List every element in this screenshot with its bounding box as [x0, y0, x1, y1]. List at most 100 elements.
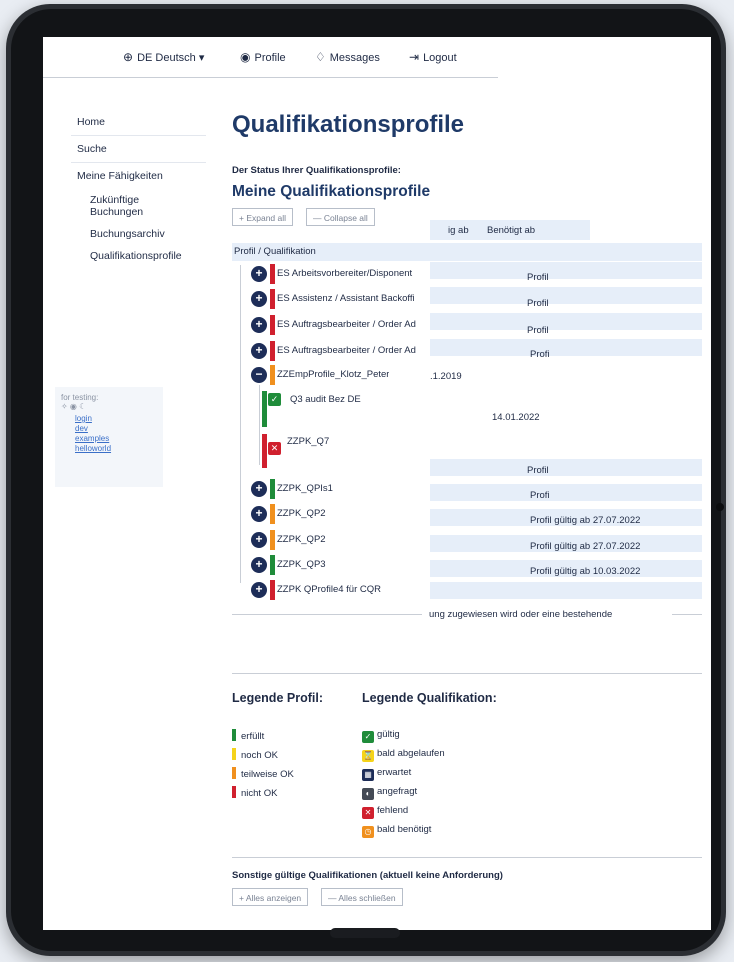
legend-qualification-item: ✓ gültig: [362, 729, 400, 743]
legend-profile-item: teilweise OK: [232, 767, 294, 780]
hourglass-icon: ⌛: [362, 750, 374, 762]
legend-profile-item: noch OK: [232, 748, 278, 761]
expand-icon[interactable]: +: [251, 266, 267, 282]
sidebar-item-search[interactable]: Suche: [71, 136, 206, 163]
expand-icon[interactable]: +: [251, 506, 267, 522]
testing-link-login[interactable]: login: [61, 414, 157, 424]
chevron-down-icon: ▾: [198, 52, 205, 64]
profile-status-bar: [270, 264, 275, 284]
legend-profile-item: nicht OK: [232, 786, 277, 799]
sidebar-item-booking-archive[interactable]: Buchungsarchiv: [71, 223, 206, 245]
expand-icon[interactable]: +: [251, 532, 267, 548]
logout-icon: ⇥: [409, 50, 420, 64]
status-bar-green: [232, 729, 236, 741]
table-row[interactable]: + ZZPK_QP2 Profil gültig ab 27.07.2022: [232, 504, 702, 526]
profile-status-bar: [270, 365, 275, 385]
legend-qualification-item: ✕ fehlend: [362, 805, 408, 819]
qualification-status-bar: [262, 391, 267, 427]
calendar-icon: ▦: [362, 769, 374, 781]
divider: [232, 673, 702, 674]
info-note: ung zugewiesen wird oder eine bestehende: [429, 609, 613, 620]
legend-profile-title: Legende Profil:: [232, 691, 323, 705]
collapse-icon[interactable]: −: [251, 367, 267, 383]
profile-status-bar: [270, 504, 275, 524]
expand-icon[interactable]: +: [251, 557, 267, 573]
other-qualifications-title: Sonstige gültige Qualifikationen (aktuel…: [232, 870, 503, 881]
status-bar-red: [232, 786, 236, 798]
divider: [672, 614, 702, 615]
table-row[interactable]: + ES Arbeitsvorbereiter/Disponent Profil: [232, 264, 702, 286]
home-indicator: [330, 928, 400, 938]
globe-icon: ⊕: [123, 50, 134, 64]
divider: [232, 614, 422, 615]
profile-status-bar: [270, 479, 275, 499]
legend-qualification-title: Legende Qualifikation:: [362, 691, 497, 705]
status-bar-yellow: [232, 748, 236, 760]
collapse-all-button[interactable]: — Collapse all: [306, 208, 375, 226]
legend-qualification-item: ▦ erwartet: [362, 767, 411, 781]
screen: ⊕ DE Deutsch ▾ ◉ Profile ♢ Messages ⇥ Logout…: [43, 37, 711, 930]
expand-icon[interactable]: +: [251, 582, 267, 598]
qualification-row[interactable]: ✓ Q3 audit Bez DE 14.01.2022: [232, 391, 702, 427]
page-title: Qualifikationsprofile: [232, 111, 465, 138]
table-row-expanded[interactable]: − ZZEmpProfile_Klotz_Peter .1.2019: [232, 365, 702, 387]
profile-status-bar: [270, 289, 275, 309]
sidebar-item-home[interactable]: Home: [71, 109, 206, 136]
testing-icons: ✧ ◉ ☾: [61, 402, 87, 411]
check-icon: ✓: [362, 731, 374, 743]
column-needed-from: Benötigt ab: [487, 225, 536, 236]
language-selector[interactable]: ⊕ DE Deutsch ▾: [123, 50, 204, 64]
table-row[interactable]: + ZZPK_QP2 Profil gültig ab 27.07.2022: [232, 530, 702, 552]
legend-profile-item: erfüllt: [232, 729, 264, 742]
sidebar: Home Suche Meine Fähigkeiten Zukünftige …: [71, 109, 206, 267]
testing-label: for testing:: [61, 393, 99, 402]
bell-icon: ♢: [315, 50, 326, 64]
section-title: Meine Qualifikationsprofile: [232, 183, 431, 200]
profile-status-bar: [270, 341, 275, 361]
qualification-row[interactable]: ✕ ZZPK_Q7: [232, 434, 702, 468]
legend-qualification-item: ◐ angefragt: [362, 786, 417, 800]
expand-all-button[interactable]: + Expand all: [232, 208, 294, 226]
expand-icon[interactable]: +: [251, 317, 267, 333]
profile-status-bar: [270, 530, 275, 550]
messages-link[interactable]: ♢ Messages: [315, 50, 380, 64]
expand-icon[interactable]: +: [251, 291, 267, 307]
clock-icon: ◷: [362, 826, 374, 838]
divider: [232, 857, 702, 858]
testing-link-examples[interactable]: examples: [61, 434, 157, 444]
table-row[interactable]: + ZZPK_QPIs1 Profi: [232, 479, 702, 501]
expand-icon[interactable]: +: [251, 343, 267, 359]
column-valid-from: ig ab: [448, 225, 469, 236]
testing-link-dev[interactable]: dev: [61, 424, 157, 434]
top-navigation: ⊕ DE Deutsch ▾ ◉ Profile ♢ Messages ⇥ Logout: [43, 37, 498, 78]
status-bar-orange: [232, 767, 236, 779]
column-profile: Profil / Qualifikation: [234, 246, 316, 257]
legend-qualification-item: ◷ bald benötigt: [362, 824, 431, 838]
table-row[interactable]: + ES Auftragsbearbeiter / Order Ad Profi…: [232, 315, 702, 337]
status-label: Der Status Ihrer Qualifikationsprofile:: [232, 165, 401, 176]
profile-status-bar: [270, 315, 275, 335]
sidebar-item-skills[interactable]: Meine Fähigkeiten: [71, 163, 206, 189]
show-all-button[interactable]: + Alles anzeigen: [232, 888, 309, 906]
check-icon: ✓: [268, 393, 281, 406]
cross-icon: ✕: [362, 807, 374, 819]
half-circle-icon: ◐: [362, 788, 374, 800]
legend-qualification-item: ⌛ bald abgelaufen: [362, 748, 445, 762]
testing-box: for testing: ✧ ◉ ☾ login dev examples he…: [55, 387, 163, 487]
cross-icon: ✕: [268, 442, 281, 455]
profile-status-bar: [270, 555, 275, 575]
close-all-button[interactable]: — Alles schließen: [321, 888, 403, 906]
expand-icon[interactable]: +: [251, 481, 267, 497]
user-icon: ◉: [240, 50, 251, 64]
testing-link-helloworld[interactable]: helloworld: [61, 444, 157, 454]
camera: [716, 503, 724, 511]
logout-link[interactable]: ⇥ Logout: [409, 50, 457, 64]
profile-link[interactable]: ◉ Profile: [240, 50, 286, 64]
sidebar-item-qualification-profiles[interactable]: Qualifikationsprofile: [71, 245, 206, 267]
table-row[interactable]: + ES Auftragsbearbeiter / Order Ad Profi: [232, 341, 702, 363]
profile-status-bar: [270, 580, 275, 600]
table-row[interactable]: + ZZPK QProfile4 für CQR: [232, 580, 702, 602]
table-row[interactable]: + ZZPK_QP3 Profil gültig ab 10.03.2022: [232, 555, 702, 577]
sidebar-item-future-bookings[interactable]: Zukünftige Buchungen: [71, 189, 176, 223]
table-row[interactable]: + ES Assistenz / Assistant Backoffi Prof…: [232, 289, 702, 311]
